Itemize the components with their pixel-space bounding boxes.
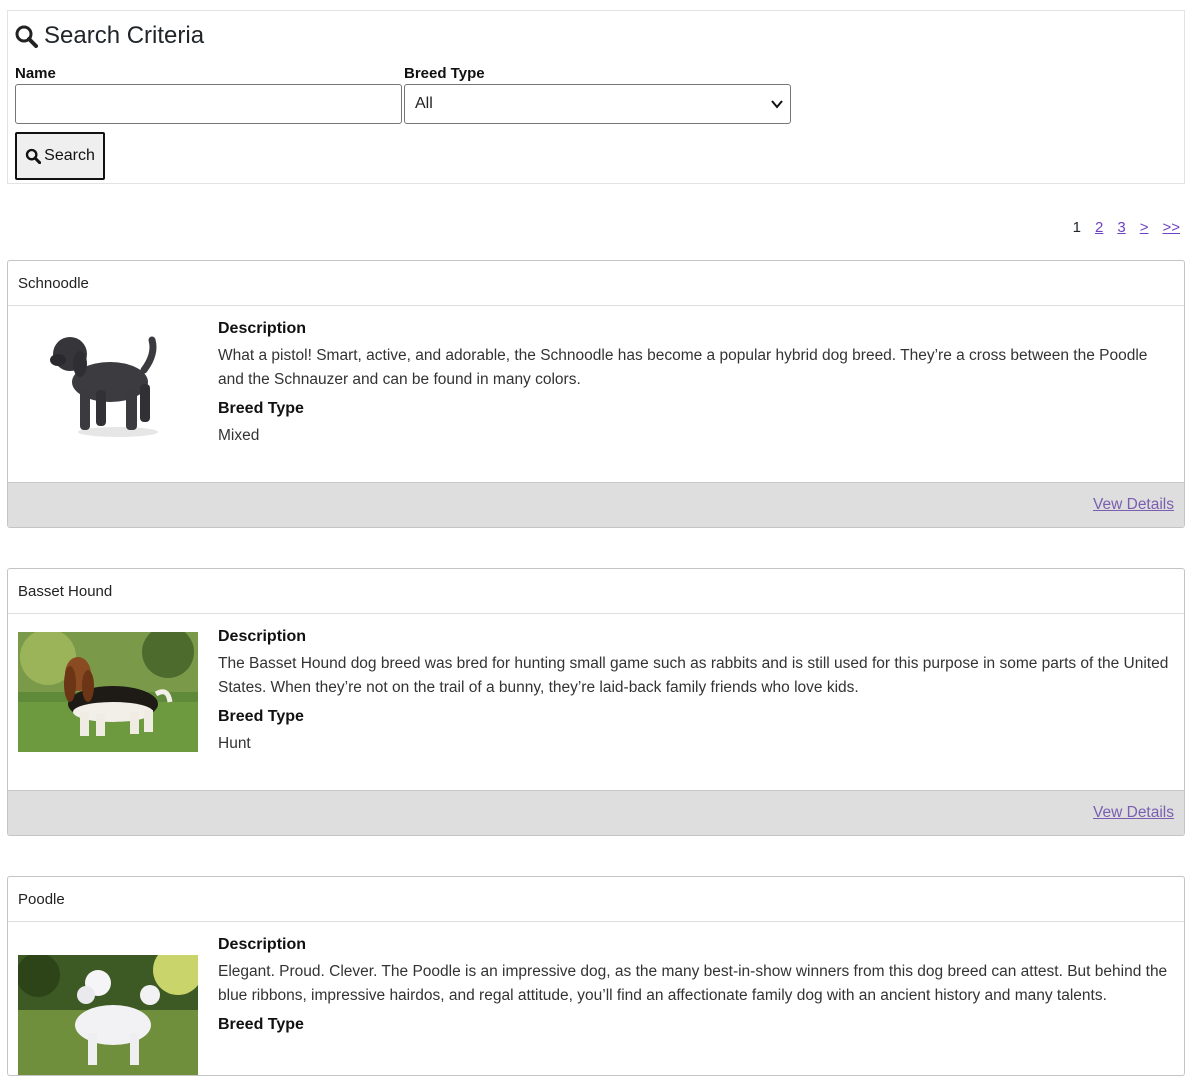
breed-type-label: Breed Type (404, 65, 485, 82)
breed-type-heading: Breed Type (218, 708, 304, 725)
search-criteria-panel: Search Criteria Name Breed Type All Sear… (7, 10, 1185, 184)
basset-hound-image (18, 632, 198, 752)
search-icon (25, 148, 42, 164)
breed-description: Elegant. Proud. Clever. The Poodle is an… (218, 963, 1168, 1004)
breed-type-value: Hunt (218, 735, 251, 752)
breed-description: What a pistol! Smart, active, and adorab… (218, 347, 1148, 388)
search-button-label: Search (44, 147, 95, 164)
breed-card-footer: Vew Details (8, 790, 1184, 835)
poodle-image (18, 955, 198, 1075)
breed-card-body: Description What a pistol! Smart, active… (8, 306, 1184, 482)
search-button[interactable]: Search (15, 132, 105, 180)
breed-card-footer: Vew Details (8, 482, 1184, 527)
breed-card-body: Description Elegant. Proud. Clever. The … (8, 922, 1184, 1075)
schnoodle-image (18, 324, 198, 444)
breed-type-heading: Breed Type (218, 1016, 304, 1033)
breed-card-title: Basset Hound (8, 569, 1184, 614)
breed-card-title: Poodle (8, 877, 1184, 922)
description-heading: Description (218, 628, 307, 645)
breed-card: Schnoodle Description What a pistol! Sma… (7, 260, 1185, 528)
breed-card: Poodle Description Elegant. Proud. Cleve… (7, 876, 1185, 1076)
name-input[interactable] (15, 84, 402, 124)
breed-type-selected-value: All (415, 95, 433, 112)
description-heading: Description (218, 320, 307, 337)
breed-card-body: Description The Basset Hound dog breed w… (8, 614, 1184, 790)
pagination: 1 2 3 > >> (1073, 219, 1180, 236)
page-link-2[interactable]: 2 (1095, 219, 1103, 236)
page-last-link[interactable]: >> (1162, 219, 1180, 236)
chevron-down-icon (771, 100, 783, 109)
search-criteria-title: Search Criteria (44, 22, 205, 49)
breed-description: The Basset Hound dog breed was bred for … (218, 655, 1169, 696)
search-icon (15, 25, 38, 48)
breed-type-heading: Breed Type (218, 400, 304, 417)
name-label: Name (15, 65, 56, 82)
page-current: 1 (1072, 219, 1082, 236)
description-heading: Description (218, 936, 307, 953)
breed-type-select[interactable]: All (404, 84, 791, 124)
view-details-link[interactable]: Vew Details (1093, 496, 1174, 514)
breed-card-title: Schnoodle (8, 261, 1184, 306)
view-details-link[interactable]: Vew Details (1093, 804, 1174, 822)
breed-type-value: Mixed (218, 427, 260, 444)
page-next-link[interactable]: > (1140, 219, 1149, 236)
page-link-3[interactable]: 3 (1117, 219, 1125, 236)
breed-card: Basset Hound Description The Basset Houn… (7, 568, 1185, 836)
search-criteria-heading: Search Criteria (14, 21, 204, 51)
